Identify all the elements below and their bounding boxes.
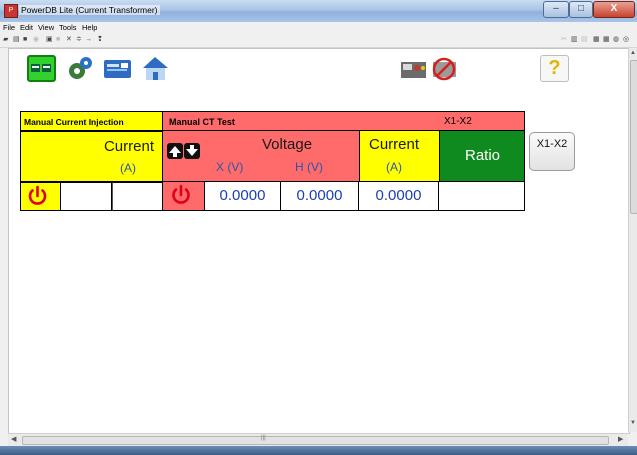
ct-up-down-cell xyxy=(163,131,204,182)
print-icon[interactable]: ◉ xyxy=(33,35,39,45)
standard-toolbar: ▰ ▤ ■ ◉ ▣ ■ ✕ ≑ → ❢ ✂ ▥ ▤ ▦ ▦ ◍ ◎ xyxy=(0,33,637,48)
injection-current-unit: (A) xyxy=(120,161,136,175)
injection-current-input[interactable] xyxy=(61,182,112,211)
menu-bar: File Edit View Tools Help xyxy=(0,22,637,33)
save-icon[interactable]: ■ xyxy=(23,35,27,45)
maximize-button[interactable]: □ xyxy=(569,1,593,18)
client-area: ? Manual Current Injection Current (A) M… xyxy=(8,48,630,434)
print-preview-icon[interactable]: ◎ xyxy=(623,35,629,45)
scroll-grip-icon: ||| xyxy=(261,435,266,441)
horizontal-scroll-thumb[interactable] xyxy=(22,436,609,445)
copy-icon[interactable]: ▥ xyxy=(571,35,578,45)
ct-ratio-cell: Ratio xyxy=(439,131,525,182)
taskbar xyxy=(0,446,637,455)
up-down-arrows-icon[interactable] xyxy=(163,131,204,182)
menu-view[interactable]: View xyxy=(38,23,54,32)
card-icon[interactable] xyxy=(103,55,132,82)
tap-button-label: X1-X2 xyxy=(536,138,568,150)
open-icon[interactable]: ▤ xyxy=(13,35,20,45)
cut-icon[interactable]: ✂ xyxy=(561,35,567,45)
form-icon[interactable]: ■ xyxy=(56,35,60,45)
ct-current-value: 0.0000 xyxy=(359,182,439,211)
manual-ct-header: Manual CT Test X1-X2 xyxy=(163,111,525,131)
scroll-right-icon[interactable]: ▶ xyxy=(618,435,623,443)
scroll-up-icon[interactable]: ▲ xyxy=(630,50,636,56)
vertical-scroll-thumb[interactable] xyxy=(630,60,637,214)
instrument-connect-icon[interactable] xyxy=(27,55,56,82)
title-bar[interactable]: P PowerDB Lite (Current Transformer) – □… xyxy=(0,0,637,22)
ct-x-value: 0.0000 xyxy=(204,182,281,211)
ct-power-button[interactable] xyxy=(163,182,204,211)
arrow-icon[interactable]: → xyxy=(85,35,92,45)
help-icon[interactable]: ❢ xyxy=(97,35,103,45)
application-window: P PowerDB Lite (Current Transformer) – □… xyxy=(0,0,637,455)
settings-icon[interactable] xyxy=(65,55,94,82)
scroll-down-icon[interactable]: ▼ xyxy=(630,420,636,426)
power-icon xyxy=(28,185,47,205)
menu-help[interactable]: Help xyxy=(82,23,97,32)
ct-x-unit: X (V) xyxy=(216,160,244,174)
paste-icon[interactable]: ▤ xyxy=(581,35,588,45)
help-question-label: ? xyxy=(548,57,561,79)
no-test-icon[interactable] xyxy=(430,55,459,82)
manual-ct-tap: X1-X2 xyxy=(444,116,472,127)
menu-file[interactable]: File xyxy=(3,23,15,32)
manual-injection-header: Manual Current Injection xyxy=(20,111,163,131)
view-icon[interactable]: ▦ xyxy=(593,35,600,45)
test-set-icon[interactable] xyxy=(399,55,428,82)
injection-current-cell: Current (A) xyxy=(20,131,163,182)
ct-current-cell: Current (A) xyxy=(359,131,439,182)
delete-icon[interactable]: ✕ xyxy=(66,35,72,45)
grid-icon[interactable]: ▦ xyxy=(603,35,610,45)
ct-ratio-value xyxy=(439,182,525,211)
window-title: PowerDB Lite (Current Transformer) xyxy=(19,5,160,15)
scroll-left-icon[interactable]: ◀ xyxy=(11,435,16,443)
close-button[interactable]: X xyxy=(593,1,635,18)
ct-voltage-label: Voltage xyxy=(262,136,313,153)
insert-icon[interactable]: ≑ xyxy=(76,35,82,45)
menu-edit[interactable]: Edit xyxy=(20,23,33,32)
record-icon[interactable]: ▣ xyxy=(46,35,53,45)
ct-h-value: 0.0000 xyxy=(281,182,359,211)
preview-icon[interactable]: ◍ xyxy=(613,35,619,45)
app-icon: P xyxy=(4,4,18,18)
new-icon[interactable]: ▰ xyxy=(3,35,8,45)
ct-h-unit: H (V) xyxy=(295,160,323,174)
tap-x1-x2-button[interactable]: X1-X2 xyxy=(529,132,575,171)
ct-current-unit: (A) xyxy=(386,160,402,174)
minimize-button[interactable]: – xyxy=(543,1,569,18)
manual-ct-title: Manual CT Test xyxy=(169,117,235,127)
help-question-icon[interactable]: ? xyxy=(540,55,569,82)
menu-tools[interactable]: Tools xyxy=(59,23,77,32)
ct-voltage-cell: Voltage X (V) H (V) xyxy=(204,131,359,182)
home-icon[interactable] xyxy=(141,55,170,82)
injection-current-label: Current xyxy=(103,138,154,155)
injection-power-button[interactable] xyxy=(20,182,61,211)
horizontal-scrollbar[interactable]: ◀ ||| ▶ xyxy=(8,433,628,446)
vertical-scrollbar[interactable]: ▲ ▼ xyxy=(628,48,637,432)
ct-current-label: Current xyxy=(369,136,420,153)
ct-ratio-label: Ratio xyxy=(464,147,501,164)
injection-current-input-right[interactable] xyxy=(112,182,163,211)
power-icon xyxy=(172,184,190,204)
